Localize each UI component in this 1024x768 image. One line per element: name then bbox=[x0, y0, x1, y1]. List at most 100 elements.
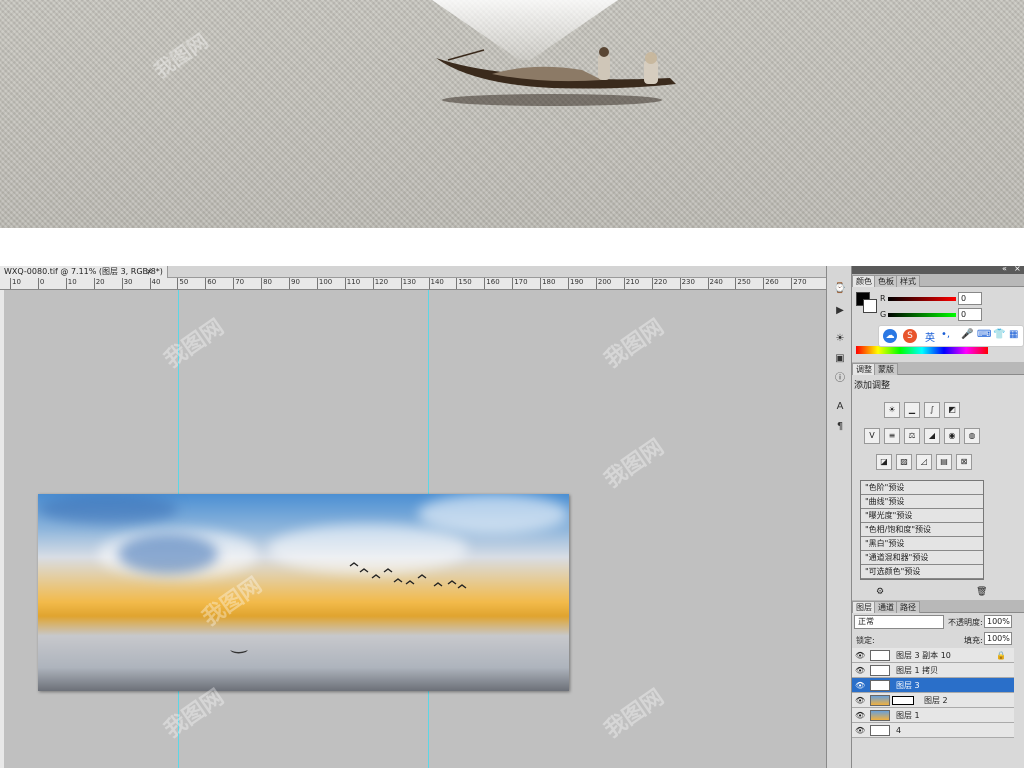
ruler-tick bbox=[484, 278, 486, 289]
hue-saturation-icon[interactable]: ≡ bbox=[884, 428, 900, 444]
document-canvas-image[interactable]: 我图网 bbox=[38, 494, 569, 691]
eye-icon[interactable]: 👁 bbox=[855, 648, 865, 663]
adjustment-footer-icon[interactable]: ⚙ bbox=[876, 587, 884, 597]
collapse-icon[interactable]: « bbox=[1002, 264, 1007, 273]
vibrance-icon[interactable]: V bbox=[864, 428, 880, 444]
fill-field[interactable]: 100% bbox=[984, 632, 1012, 645]
color-spectrum[interactable] bbox=[856, 346, 988, 354]
close-tab-icon[interactable]: × bbox=[146, 266, 153, 278]
blend-mode-select[interactable]: 正常 bbox=[854, 615, 944, 629]
opacity-label: 不透明度: bbox=[948, 618, 983, 627]
eye-icon[interactable]: 👁 bbox=[855, 723, 865, 738]
ruler-label: 70 bbox=[235, 278, 245, 286]
invert-icon[interactable]: ◪ bbox=[876, 454, 892, 470]
ruler-tick bbox=[568, 278, 569, 289]
ruler-label: 100 bbox=[318, 278, 333, 286]
color-balance-icon[interactable]: ⚖ bbox=[904, 428, 920, 444]
ruler-label: 90 bbox=[291, 278, 300, 286]
tab-swatches[interactable]: 色板 bbox=[874, 275, 898, 287]
preset-hue-saturation[interactable]: "色相/饱和度"预设 bbox=[861, 523, 983, 537]
horizontal-ruler[interactable]: 10 0 10 20 30 40 50 60 70 80 90 100 110 120 130 140 150 1… bbox=[0, 278, 826, 290]
ruler-tick bbox=[316, 278, 318, 289]
layer-name: 图层 2 bbox=[924, 696, 948, 705]
preset-exposure[interactable]: "曝光度"预设 bbox=[861, 509, 983, 523]
g-value-field[interactable]: 0 bbox=[958, 308, 982, 321]
grid-icon[interactable]: ▦ bbox=[1009, 329, 1018, 340]
preset-curves[interactable]: "曲线"预设 bbox=[861, 495, 983, 509]
layer-name: 图层 1 拷贝 bbox=[896, 666, 939, 675]
flying-birds bbox=[230, 562, 467, 654]
adjustment-presets-list: "色阶"预设 "曲线"预设 "曝光度"预设 "色相/饱和度"预设 "黑白"预设 … bbox=[860, 480, 984, 580]
ruler-tick bbox=[344, 278, 346, 289]
black-white-icon[interactable]: ◢ bbox=[924, 428, 940, 444]
tab-adjustments[interactable]: 调整 bbox=[852, 363, 876, 375]
exposure-icon[interactable]: ◩ bbox=[944, 402, 960, 418]
document-tab-bar: WXQ-0080.tif @ 7.11% (图层 3, RGB/8*) × bbox=[0, 266, 826, 278]
cloud-icon[interactable]: ☁ bbox=[883, 329, 897, 343]
ruler-label: 160 bbox=[486, 278, 500, 286]
ruler-label: 80 bbox=[263, 278, 273, 286]
layer-row[interactable]: 👁 图层 3 副本 10 🔒 bbox=[852, 648, 1014, 663]
brightness-icon[interactable]: ☀ bbox=[884, 402, 900, 418]
preset-black-white[interactable]: "黑白"预设 bbox=[861, 537, 983, 551]
ime-language[interactable]: 英 bbox=[925, 329, 935, 344]
history-icon[interactable]: ⌚ bbox=[833, 282, 847, 296]
document-tab[interactable]: WXQ-0080.tif @ 7.11% (图层 3, RGB/8*) bbox=[0, 266, 168, 278]
layer-row[interactable]: 👁 4 bbox=[852, 723, 1014, 738]
ime-toolbar[interactable]: ☁ S 英 •, 🎤 ⌨ 👕 ▦ bbox=[878, 325, 1024, 347]
keyboard-icon[interactable]: ⌨ bbox=[977, 329, 991, 340]
info-icon[interactable]: ⓘ bbox=[833, 372, 847, 386]
ruler-tick bbox=[233, 278, 235, 289]
shirt-icon[interactable]: 👕 bbox=[993, 329, 1005, 340]
layer-row-selected[interactable]: 👁 图层 3 bbox=[852, 678, 1014, 693]
g-slider[interactable] bbox=[888, 313, 956, 317]
eye-icon[interactable]: 👁 bbox=[855, 663, 865, 678]
tab-masks[interactable]: 蒙版 bbox=[874, 363, 898, 375]
ruler-label: 250 bbox=[737, 278, 751, 286]
ruler-tick bbox=[149, 278, 151, 289]
preset-channel-mixer[interactable]: "通道混和器"预设 bbox=[861, 551, 983, 565]
layer-thumbnail bbox=[870, 710, 890, 721]
image-icon[interactable]: ▣ bbox=[833, 352, 847, 366]
eye-icon[interactable]: 👁 bbox=[855, 708, 865, 723]
layer-row[interactable]: 👁 图层 2 bbox=[852, 693, 1014, 708]
adjustments-panel-tabs: 调整 蒙版 bbox=[852, 362, 1024, 375]
gradient-map-icon[interactable]: ▤ bbox=[936, 454, 952, 470]
photo-filter-icon[interactable]: ◉ bbox=[944, 428, 960, 444]
tab-layers[interactable]: 图层 bbox=[852, 601, 876, 613]
curves-icon[interactable]: ∫ bbox=[924, 402, 940, 418]
sogou-logo-icon[interactable]: S bbox=[903, 329, 917, 343]
eye-icon[interactable]: 👁 bbox=[855, 693, 865, 708]
type-icon[interactable]: A bbox=[833, 400, 847, 414]
channel-mixer-icon[interactable]: ◍ bbox=[964, 428, 980, 444]
layer-row[interactable]: 👁 图层 1 bbox=[852, 708, 1014, 723]
selective-color-icon[interactable]: ⊠ bbox=[956, 454, 972, 470]
sun-icon[interactable]: ☀ bbox=[833, 332, 847, 346]
tab-styles[interactable]: 样式 bbox=[896, 275, 920, 287]
posterize-icon[interactable]: ▨ bbox=[896, 454, 912, 470]
actions-icon[interactable]: ▶ bbox=[833, 304, 847, 318]
ime-punctuation[interactable]: •, bbox=[941, 329, 950, 340]
close-icon[interactable]: × bbox=[1014, 264, 1021, 273]
r-value-field[interactable]: 0 bbox=[958, 292, 982, 305]
ruler-tick bbox=[400, 278, 402, 289]
opacity-field[interactable]: 100% bbox=[984, 615, 1012, 628]
tab-paths[interactable]: 路径 bbox=[896, 601, 920, 613]
tab-color[interactable]: 颜色 bbox=[852, 275, 876, 287]
background-color-swatch[interactable] bbox=[863, 299, 877, 313]
r-slider[interactable] bbox=[888, 297, 956, 301]
tab-channels[interactable]: 通道 bbox=[874, 601, 898, 613]
eye-icon[interactable]: 👁 bbox=[855, 678, 865, 693]
panel-titlebar: « × bbox=[852, 264, 1024, 274]
paragraph-icon[interactable]: ¶ bbox=[833, 420, 847, 434]
levels-icon[interactable]: ▁ bbox=[904, 402, 920, 418]
layer-row[interactable]: 👁 图层 1 拷贝 bbox=[852, 663, 1014, 678]
threshold-icon[interactable]: ◿ bbox=[916, 454, 932, 470]
preset-selective-color[interactable]: "可选颜色"预设 bbox=[861, 565, 983, 579]
preset-levels[interactable]: "色阶"预设 bbox=[861, 481, 983, 495]
ruler-tick bbox=[205, 278, 207, 289]
delete-adjustment-icon[interactable]: 🗑 bbox=[976, 587, 987, 597]
microphone-icon[interactable]: 🎤 bbox=[961, 329, 973, 340]
ruler-label: 40 bbox=[151, 278, 161, 286]
adjustments-title: 添加调整 bbox=[854, 381, 891, 391]
